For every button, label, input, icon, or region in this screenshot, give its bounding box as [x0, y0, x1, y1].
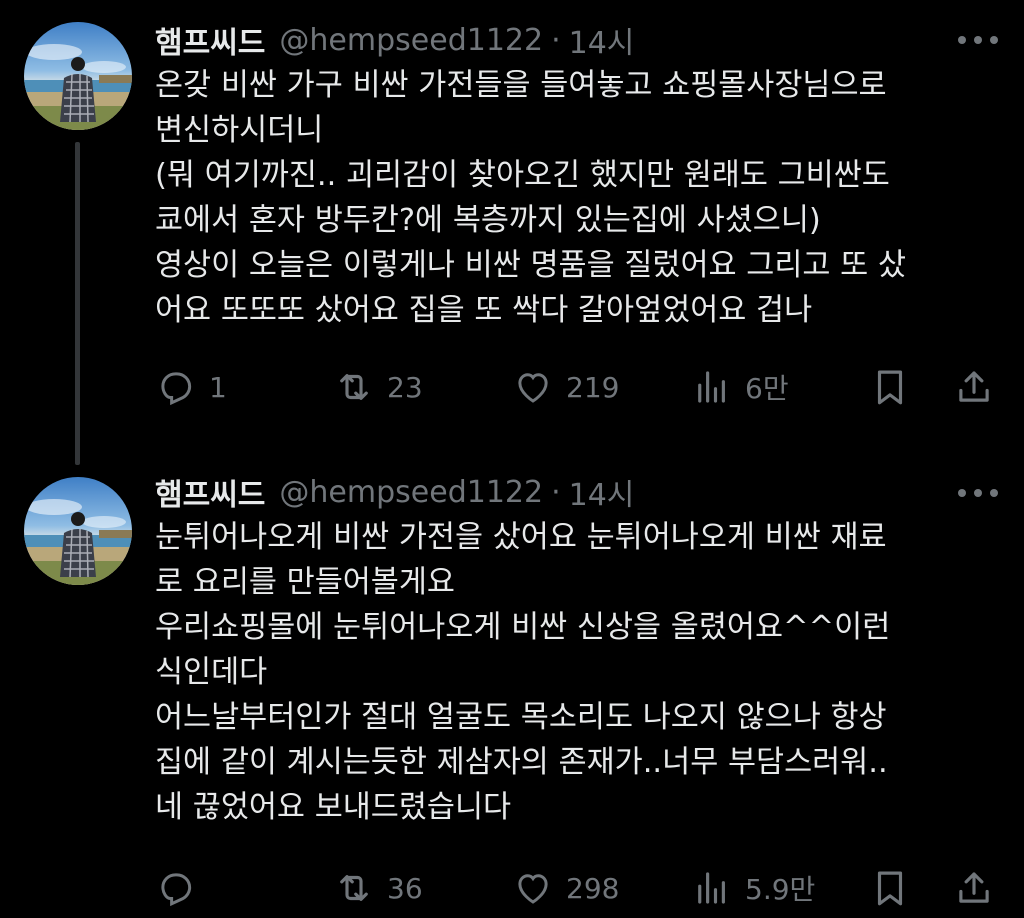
repost-button[interactable]: 36 [333, 863, 423, 913]
repost-icon [340, 374, 368, 400]
views-button[interactable]: 6만 [691, 362, 789, 412]
text-line: 우리쇼핑몰에 눈튀어나오게 비싼 신상을 올렸어요^^이런 [155, 610, 891, 645]
avatar[interactable] [24, 477, 132, 585]
text-line: 네 끊었어요 보내드렸습니다 [155, 790, 512, 825]
views-icon [698, 872, 725, 904]
like-icon [518, 874, 548, 904]
text-line: 온갖 비싼 가구 비싼 가전들을 들여놓고 쇼핑몰사장님으로 [155, 68, 887, 103]
tweet-header: 햄프씨드 @hempseed1122 · 14시 [155, 470, 634, 514]
like-count: 298 [566, 871, 620, 905]
repost-count: 23 [387, 370, 423, 404]
user-handle[interactable]: @hempseed1122 [279, 475, 543, 510]
bookmark-icon [877, 370, 903, 405]
action-bar: 36 298 5.9만 [155, 863, 1005, 913]
tweet-header: 햄프씨드 @hempseed1122 · 14시 [155, 18, 634, 62]
timestamp[interactable]: 14시 [569, 18, 635, 62]
separator: · [551, 474, 561, 510]
share-icon [959, 371, 989, 402]
bookmark-button[interactable] [869, 863, 911, 913]
reply-count: 1 [209, 370, 227, 404]
views-icon [698, 371, 725, 403]
repost-count: 36 [387, 871, 423, 905]
text-line: 집에 같이 계시는듯한 제삼자의 존재가..너무 부담스러워.. [155, 745, 888, 780]
text-line: 어느날부터인가 절대 얼굴도 목소리도 나오지 않으나 항상 [155, 700, 887, 735]
action-bar: 1 23 219 6만 [155, 362, 1005, 412]
timestamp[interactable]: 14시 [569, 470, 635, 514]
user-handle[interactable]: @hempseed1122 [279, 23, 543, 58]
more-icon[interactable] [958, 483, 998, 503]
text-line: 로 요리를 만들어볼게요 [155, 565, 455, 600]
avatar[interactable] [24, 22, 132, 130]
bookmark-icon [877, 871, 903, 906]
like-button[interactable]: 219 [512, 362, 619, 412]
text-line: (뭐 여기까진.. 괴리감이 찾아오긴 했지만 원래도 그비싼도 [155, 158, 890, 193]
tweet-text: 눈튀어나오게 비싼 가전을 샀어요 눈튀어나오게 비싼 재료 로 요리를 만들어… [155, 515, 1005, 830]
tweet[interactable]: 햄프씨드 @hempseed1122 · 14시 눈튀어나오게 비싼 가전을 샀… [0, 465, 1024, 918]
text-line: 눈튀어나오게 비싼 가전을 샀어요 눈튀어나오게 비싼 재료 [155, 520, 887, 555]
views-button[interactable]: 5.9만 [691, 863, 815, 913]
more-icon[interactable] [958, 30, 998, 50]
text-line: 쿄에서 혼자 방두칸?에 복층까지 있는집에 사셨으니) [155, 203, 821, 238]
display-name[interactable]: 햄프씨드 [155, 18, 265, 62]
reply-icon [161, 873, 192, 907]
like-count: 219 [566, 370, 620, 404]
repost-button[interactable]: 23 [333, 362, 423, 412]
display-name[interactable]: 햄프씨드 [155, 470, 265, 514]
thread-line [75, 142, 80, 465]
text-line: 식인데다 [155, 655, 268, 690]
reply-button[interactable]: 1 [155, 362, 227, 412]
like-button[interactable]: 298 [512, 863, 619, 913]
tweet-text: 온갖 비싼 가구 비싼 가전들을 들여놓고 쇼핑몰사장님으로 변신하시더니 (뭐… [155, 63, 1005, 333]
separator: · [551, 22, 561, 58]
reply-icon [161, 372, 192, 406]
like-icon [518, 373, 548, 403]
text-line: 영상이 오늘은 이렇게나 비싼 명품을 질렀어요 그리고 또 샀 [155, 248, 906, 283]
repost-icon [340, 875, 368, 901]
share-button[interactable] [953, 362, 995, 412]
views-count: 5.9만 [745, 873, 816, 906]
share-button[interactable] [953, 863, 995, 913]
text-line: 변신하시더니 [155, 113, 324, 148]
bookmark-button[interactable] [869, 362, 911, 412]
reply-button[interactable] [155, 863, 209, 913]
tweet[interactable]: 햄프씨드 @hempseed1122 · 14시 온갖 비싼 가구 비싼 가전들… [0, 0, 1024, 465]
text-line: 어요 또또또 샀어요 집을 또 싹다 갈아엎었어요 겁나 [155, 293, 813, 328]
share-icon [959, 872, 989, 903]
views-count: 6만 [745, 372, 789, 405]
